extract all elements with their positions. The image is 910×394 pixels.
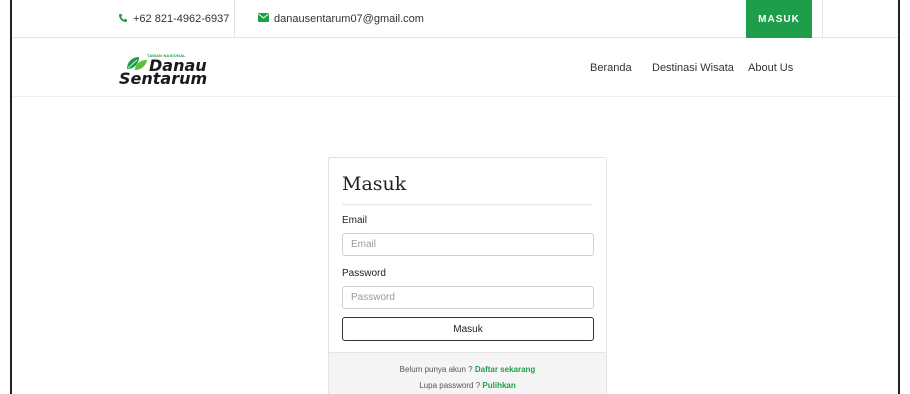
nav-link-about[interactable]: About Us [748,62,793,74]
site-logo[interactable]: TAMAN NASIONAL Danau Sentarum [119,53,209,88]
phone-contact: +62 821-4962-6937 [118,0,229,38]
forgot-password-link[interactable]: Pulihkan [482,381,515,390]
password-label: Password [342,268,386,279]
email-contact: danausentarum07@gmail.com [258,0,424,38]
logo-word-2: Sentarum [119,69,208,88]
register-link[interactable]: Daftar sekarang [475,365,535,374]
nav-link-beranda[interactable]: Beranda [590,62,632,74]
register-prompt: Belum punya akun ? [399,365,473,374]
email-input[interactable] [342,233,594,256]
forgot-line: Lupa password ? Pulihkan [329,381,606,390]
email-address: danausentarum07@gmail.com [274,13,424,25]
nav-item-beranda[interactable]: Beranda [590,39,632,97]
main-navbar: TAMAN NASIONAL Danau Sentarum Beranda De… [12,39,898,97]
divider [234,0,235,38]
phone-icon [118,13,128,26]
envelope-icon [258,13,269,25]
nav-item-destinasi[interactable]: Destinasi Wisata [652,39,734,97]
register-line: Belum punya akun ? Daftar sekarang [329,365,606,374]
login-card: Masuk Email Password Masuk Belum punya a… [328,157,607,394]
browser-frame: +62 821-4962-6937 danausentarum07@gmail.… [10,0,900,394]
email-label: Email [342,215,368,226]
divider [822,0,823,38]
divider [342,204,593,205]
top-contact-bar: +62 821-4962-6937 danausentarum07@gmail.… [12,0,898,38]
nav-item-about[interactable]: About Us [748,39,793,97]
submit-login-button[interactable]: Masuk [342,317,594,341]
password-input[interactable] [342,286,594,309]
login-title: Masuk [342,173,407,195]
page-content: Masuk Email Password Masuk Belum punya a… [12,97,898,394]
forgot-prompt: Lupa password ? [419,381,481,390]
phone-number: +62 821-4962-6937 [133,13,230,25]
login-card-footer: Belum punya akun ? Daftar sekarang Lupa … [329,352,606,394]
nav-link-destinasi[interactable]: Destinasi Wisata [652,62,734,74]
login-button-top[interactable]: MASUK [746,0,812,38]
